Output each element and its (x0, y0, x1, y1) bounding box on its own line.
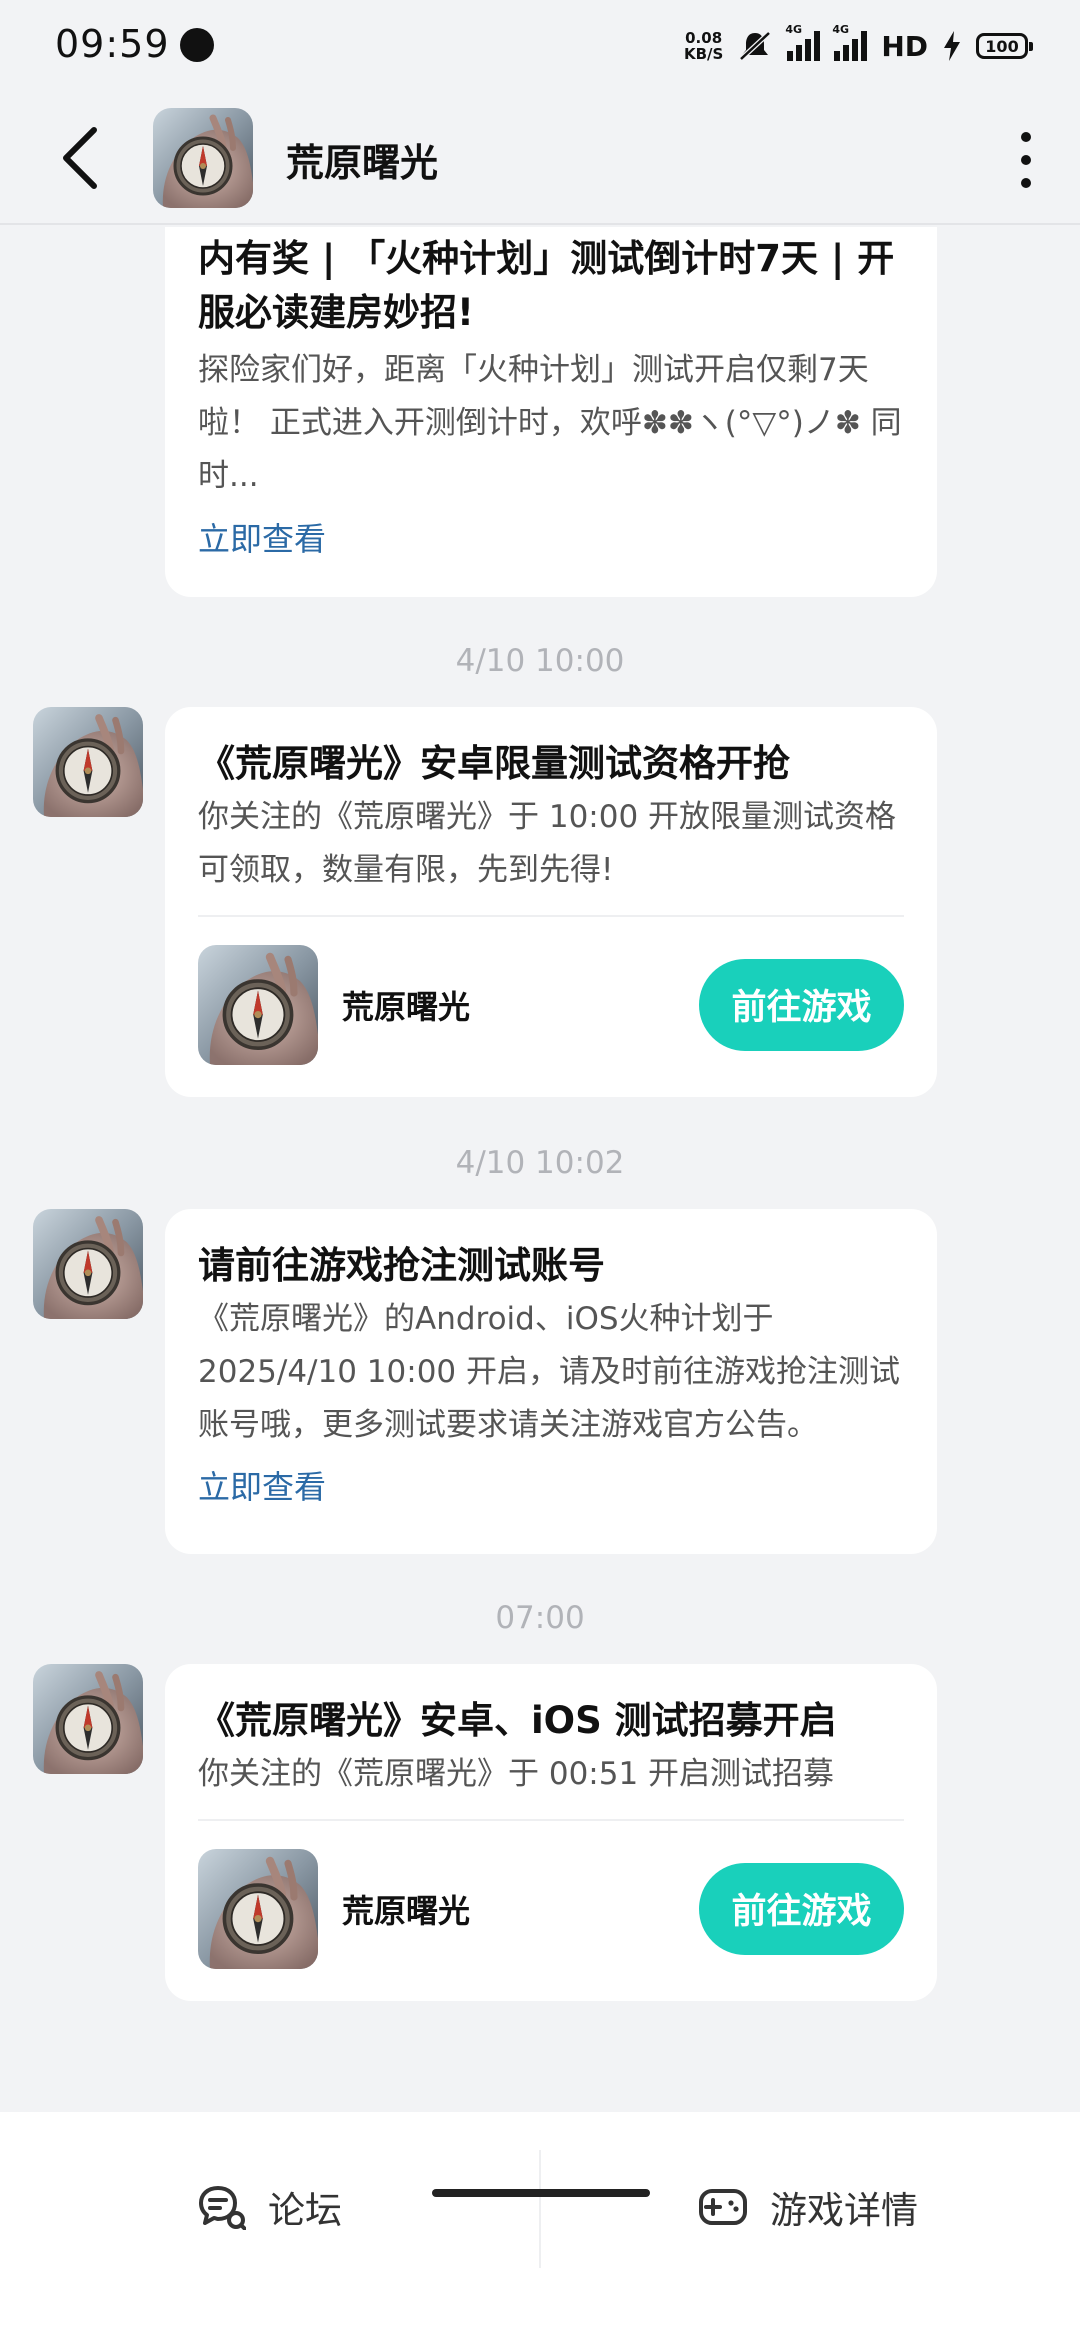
sim1-label: 4G (785, 23, 802, 36)
more-vertical-icon (1021, 132, 1031, 142)
view-now-link[interactable]: 立即查看 (198, 514, 904, 564)
page-title: 荒原曙光 (286, 141, 439, 185)
back-button[interactable] (52, 122, 112, 194)
game-thumbnail[interactable] (198, 1849, 318, 1969)
net-speed-unit: KB/S (683, 45, 724, 63)
message-body: 你关注的《荒原曙光》于 10:00 开放限量测试资格可领取，数量有限，先到先得! (198, 799, 897, 888)
message-card[interactable]: 《荒原曙光》安卓、iOS 测试招募开启 你关注的《荒原曙光》于 00:51 开启… (165, 1664, 937, 2001)
sender-avatar[interactable] (33, 1209, 143, 1319)
message-timestamp: 4/10 10:02 (455, 1145, 625, 1181)
game-row[interactable]: 荒原曙光 前往游戏 (198, 1821, 904, 1996)
notification-dot-icon (180, 28, 214, 62)
message-timestamp: 07:00 (495, 1600, 585, 1636)
game-details-label: 游戏详情 (770, 2189, 918, 2232)
message-card[interactable]: 《荒原曙光》安卓限量测试资格开抢 你关注的《荒原曙光》于 10:00 开放限量测… (165, 707, 937, 1097)
sender-avatar[interactable] (33, 1664, 143, 1774)
sender-avatar[interactable] (33, 707, 143, 817)
message-title: 《荒原曙光》安卓、iOS 测试招募开启 (198, 1699, 837, 1742)
message-body: 《荒原曙光》的Android、iOS火种计划于2025/4/10 10:00 开… (198, 1301, 900, 1443)
game-row[interactable]: 荒原曙光 前往游戏 (198, 917, 904, 1092)
forum-label: 论坛 (268, 2189, 342, 2232)
charging-bolt-icon (944, 31, 960, 61)
message-timestamp: 4/10 10:00 (455, 643, 625, 679)
net-speed-value: 0.08 (685, 29, 723, 47)
gamepad-icon (699, 2189, 747, 2225)
hd-voice-icon: HD (881, 29, 928, 63)
message-feed[interactable]: 内有奖 | 「火种计划」测试倒计时7天 | 开服必读建房妙招! 探险家们好，距离… (0, 227, 1080, 2112)
game-thumbnail[interactable] (198, 945, 318, 1065)
signal-sim2-icon: 4G (832, 23, 868, 61)
forum-chat-icon (199, 2186, 246, 2230)
chevron-left-icon (63, 127, 97, 189)
forum-tab[interactable]: 论坛 (198, 2162, 342, 2252)
home-indicator[interactable] (432, 2189, 650, 2197)
view-now-link[interactable]: 立即查看 (198, 1462, 904, 1512)
game-name: 荒原曙光 (342, 987, 471, 1026)
signal-sim1-icon: 4G (785, 23, 821, 61)
net-speed: 0.08 KB/S (684, 30, 723, 62)
game-name: 荒原曙光 (342, 1891, 471, 1930)
bottom-action-bar: 论坛 游戏详情 (0, 2112, 1080, 2340)
mute-bell-icon (739, 31, 772, 61)
message-body: 你关注的《荒原曙光》于 00:51 开启测试招募 (198, 1756, 835, 1792)
message-card[interactable]: 内有奖 | 「火种计划」测试倒计时7天 | 开服必读建房妙招! 探险家们好，距离… (165, 227, 937, 597)
battery-icon: 100 (976, 33, 1033, 59)
more-options-button[interactable] (1014, 132, 1038, 188)
message-card[interactable]: 请前往游戏抢注测试账号 《荒原曙光》的Android、iOS火种计划于2025/… (165, 1209, 937, 1554)
sim2-label: 4G (832, 23, 849, 36)
go-to-game-button[interactable]: 前往游戏 (699, 1862, 904, 1955)
message-title: 《荒原曙光》安卓限量测试资格开抢 (198, 742, 790, 785)
chat-header: 荒原曙光 (0, 92, 1080, 225)
message-title: 内有奖 | 「火种计划」测试倒计时7天 | 开服必读建房妙招! (198, 237, 895, 334)
divider (539, 2150, 541, 2268)
status-bar: 09:59 0.08 KB/S 4G 4G HD 100 (0, 0, 1080, 92)
game-avatar[interactable] (153, 108, 253, 208)
status-icons: 0.08 KB/S 4G 4G HD 100 (684, 23, 1033, 66)
status-time: 09:59 (55, 22, 170, 66)
go-to-game-button[interactable]: 前往游戏 (699, 958, 904, 1051)
game-details-tab[interactable]: 游戏详情 (698, 2162, 918, 2252)
message-title: 请前往游戏抢注测试账号 (198, 1244, 605, 1287)
message-body: 探险家们好，距离「火种计划」测试开启仅剩7天啦！ 正式进入开测倒计时，欢呼✽✽ヽ… (198, 352, 902, 494)
